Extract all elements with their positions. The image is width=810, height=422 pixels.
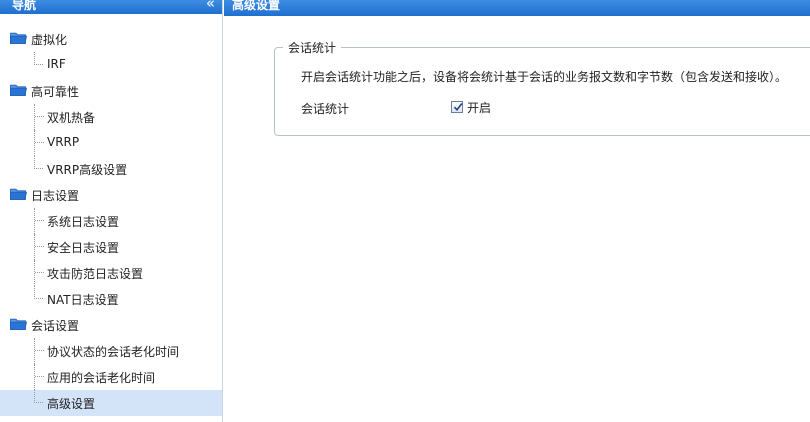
nav-item-label: VRRP高级设置	[47, 163, 128, 177]
nav-item-label: 协议状态的会话老化时间	[47, 345, 180, 359]
tree-connector	[34, 286, 43, 299]
nav-item[interactable]: VRRP	[0, 130, 222, 156]
session-stats-checkbox[interactable]	[451, 101, 463, 113]
folder-open-icon	[10, 188, 27, 200]
tree-connector	[34, 208, 44, 234]
tree-connector	[34, 364, 44, 390]
nav-item-label: 双机热备	[47, 111, 96, 125]
nav-group-label: 虚拟化	[31, 33, 68, 47]
nav-item[interactable]: 攻击防范日志设置	[0, 260, 222, 286]
main-header: 高级设置	[224, 0, 810, 16]
tree-connector	[34, 52, 43, 65]
nav-item[interactable]: 系统日志设置	[0, 208, 222, 234]
tree-connector	[34, 338, 44, 364]
nav-item-label: 安全日志设置	[47, 241, 120, 255]
nav-item-label: 系统日志设置	[47, 215, 120, 229]
nav-title: 导航	[12, 0, 37, 12]
nav-item[interactable]: 双机热备	[0, 104, 222, 130]
tree-connector	[34, 260, 44, 286]
nav-item-label: IRF	[47, 57, 66, 71]
nav-group[interactable]: 日志设置	[0, 182, 222, 208]
nav-tree: 虚拟化 IRF 高可靠性双机热备 VRRP VRRP高级设置日志设置系统日志设置 安全日志…	[0, 26, 222, 416]
double-chevron-left-icon[interactable]: «	[206, 0, 215, 12]
session-stats-checkbox-label[interactable]: 开启	[467, 99, 491, 116]
nav-group-label: 高可靠性	[31, 85, 80, 99]
checkmark-icon	[453, 103, 463, 112]
nav-group[interactable]: 虚拟化	[0, 26, 222, 52]
nav-item-label: VRRP	[47, 135, 80, 149]
nav-item[interactable]: NAT日志设置	[0, 286, 222, 312]
tree-connector	[34, 234, 44, 260]
nav-item-label: 攻击防范日志设置	[47, 267, 144, 281]
nav-item-label: NAT日志设置	[47, 293, 119, 307]
nav-group-label: 会话设置	[31, 319, 80, 333]
nav-sidebar: 导航 « 虚拟化 IRF 高可靠性双机热备 VRRP VRRP高级设置日志设置系统日志设…	[0, 0, 223, 422]
section-legend: 会话统计	[283, 39, 342, 56]
page-title: 高级设置	[232, 0, 281, 12]
session-stats-label: 会话统计	[301, 102, 350, 116]
session-stats-section: 会话统计 开启会话统计功能之后，设备将会统计基于会话的业务报文数和字节数（包含发…	[274, 39, 810, 136]
nav-item[interactable]: VRRP高级设置	[0, 156, 222, 182]
tree-connector	[34, 156, 43, 169]
nav-item[interactable]: 应用的会话老化时间	[0, 364, 222, 390]
tree-connector	[34, 104, 44, 130]
nav-item[interactable]: IRF	[0, 52, 222, 78]
tree-connector	[34, 130, 44, 156]
folder-open-icon	[10, 318, 27, 330]
folder-open-icon	[10, 84, 27, 96]
nav-item[interactable]: 高级设置	[0, 390, 222, 416]
nav-item[interactable]: 协议状态的会话老化时间	[0, 338, 222, 364]
folder-open-icon	[10, 32, 27, 44]
nav-item[interactable]: 安全日志设置	[0, 234, 222, 260]
tree-connector	[34, 390, 43, 403]
nav-header: 导航 «	[0, 0, 222, 14]
main-panel: 高级设置 会话统计 开启会话统计功能之后，设备将会统计基于会话的业务报文数和字节…	[224, 0, 810, 422]
nav-group[interactable]: 会话设置	[0, 312, 222, 338]
app-root: 导航 « 虚拟化 IRF 高可靠性双机热备 VRRP VRRP高级设置日志设置系统日志设…	[0, 0, 810, 422]
section-description: 开启会话统计功能之后，设备将会统计基于会话的业务报文数和字节数（包含发送和接收）…	[301, 70, 788, 84]
nav-group[interactable]: 高可靠性	[0, 78, 222, 104]
nav-item-label: 应用的会话老化时间	[47, 371, 156, 385]
nav-group-label: 日志设置	[31, 189, 80, 203]
nav-item-label: 高级设置	[47, 397, 96, 411]
